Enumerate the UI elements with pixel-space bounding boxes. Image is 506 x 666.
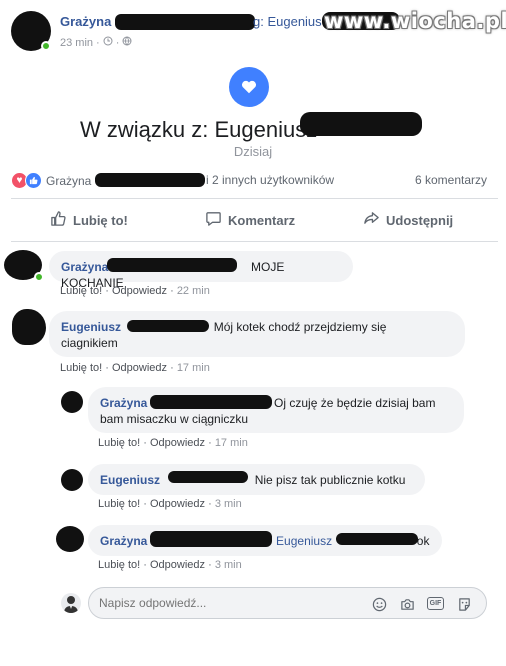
comment-mention[interactable]: Eugeniusz xyxy=(276,534,332,548)
commenter-avatar[interactable] xyxy=(61,469,83,491)
comment-author[interactable]: Grażyna xyxy=(61,260,108,274)
comment-time[interactable]: 22 min xyxy=(177,285,210,297)
comment-text: Nie pisz tak publicznie kotku xyxy=(254,473,406,487)
comment-like-link[interactable]: Lubię to! xyxy=(60,362,102,374)
comment-actions: Lubię to! · Odpowiedz · 22 min xyxy=(60,285,210,297)
post-author[interactable]: Grażyna xyxy=(60,14,111,29)
comment-actions: Lubię to! · Odpowiedz · 17 min xyxy=(60,362,210,374)
sticker-icon[interactable] xyxy=(456,596,472,612)
camera-icon[interactable] xyxy=(399,596,415,612)
comment-bubble: Eugeniusz Mój kotek chodź przejdziemy si… xyxy=(49,311,465,357)
gif-icon[interactable]: GIF xyxy=(427,597,444,610)
share-icon xyxy=(363,210,380,230)
comment-like-link[interactable]: Lubię to! xyxy=(98,498,140,510)
like-button[interactable]: Lubię to! xyxy=(50,210,128,230)
share-button[interactable]: Udostępnij xyxy=(363,210,453,230)
life-event-date: Dzisiaj xyxy=(233,144,273,159)
watermark: www.wiocha.pl xyxy=(324,9,506,33)
comment-reply-link[interactable]: Odpowiedz xyxy=(150,498,205,510)
censor-scribble xyxy=(300,112,422,136)
relationship-heart-icon xyxy=(229,67,269,107)
censor-scribble xyxy=(107,258,237,272)
divider xyxy=(11,241,498,242)
censor-scribble xyxy=(150,395,272,409)
comment-text: Mój kotek chodź przejdziemy się xyxy=(213,320,387,334)
reply-input[interactable] xyxy=(99,596,359,610)
thumb-up-icon xyxy=(50,210,67,230)
censor-scribble xyxy=(336,533,418,545)
comment-time[interactable]: 17 min xyxy=(177,362,210,374)
comment-bubble: Eugeniusz Nie pisz tak publicznie kotku xyxy=(88,464,425,495)
post-tag-line[interactable]: g: Eugenius xyxy=(253,14,322,29)
comment-reply-link[interactable]: Odpowiedz xyxy=(150,437,205,449)
reaction-names[interactable]: Grażyna xyxy=(46,174,91,188)
online-indicator xyxy=(41,41,51,51)
comment-author[interactable]: Eugeniusz xyxy=(100,473,160,487)
comment-button[interactable]: Komentarz xyxy=(205,210,295,230)
comment-like-link[interactable]: Lubię to! xyxy=(98,559,140,571)
comment-actions: Lubię to! · Odpowiedz · 17 min xyxy=(98,437,248,449)
current-user-avatar xyxy=(61,593,81,613)
divider xyxy=(11,198,498,199)
comment-count[interactable]: 6 komentarzy xyxy=(415,173,487,187)
comment-like-link[interactable]: Lubię to! xyxy=(60,285,102,297)
comment-actions: Lubię to! · Odpowiedz · 3 min xyxy=(98,498,242,510)
censor-scribble xyxy=(115,14,255,30)
reaction-others[interactable]: i 2 innych użytkowników xyxy=(206,173,334,187)
comment-reply-link[interactable]: Odpowiedz xyxy=(150,559,205,571)
comment-reply-link[interactable]: Odpowiedz xyxy=(112,362,167,374)
reply-composer[interactable]: GIF xyxy=(88,587,487,619)
comment-time[interactable]: 17 min xyxy=(215,437,248,449)
comment-reply-link[interactable]: Odpowiedz xyxy=(112,285,167,297)
censor-scribble xyxy=(127,320,209,332)
like-icon xyxy=(25,172,42,189)
comment-text-cont: bam misaczku w ciągniczku xyxy=(100,412,249,426)
censor-scribble xyxy=(150,531,272,547)
commenter-avatar[interactable] xyxy=(56,526,84,552)
clock-icon xyxy=(103,36,113,49)
commenter-avatar[interactable] xyxy=(12,309,46,345)
comment-author[interactable]: Eugeniusz xyxy=(61,320,121,334)
comment-time[interactable]: 3 min xyxy=(215,498,242,510)
censor-scribble xyxy=(168,471,248,483)
comment-text: Oj czuję że będzie dzisiaj bam xyxy=(274,396,436,410)
comment-author[interactable]: Grażyna xyxy=(100,534,147,548)
life-event-title: W związku z: Eugeniusz xyxy=(80,117,318,142)
action-bar: Lubię to! Komentarz Udostępnij xyxy=(0,204,506,236)
comment-text-cont: ciagnikiem xyxy=(61,336,118,350)
comment-author[interactable]: Grażyna xyxy=(100,396,147,410)
comment-text: ok xyxy=(416,534,430,548)
emoji-icon[interactable] xyxy=(371,596,387,612)
post-meta: 23 min · · xyxy=(60,36,132,49)
globe-icon[interactable] xyxy=(122,36,132,49)
comment-bubble: Grażyna Oj czuję że będzie dzisiaj bam b… xyxy=(88,387,464,433)
composer-icons: GIF xyxy=(371,596,472,612)
censor-scribble xyxy=(95,173,205,187)
comment-icon xyxy=(205,210,222,230)
comment-actions: Lubię to! · Odpowiedz · 3 min xyxy=(98,559,242,571)
commenter-avatar[interactable] xyxy=(61,391,83,413)
comment-time[interactable]: 3 min xyxy=(215,559,242,571)
post-time[interactable]: 23 min xyxy=(60,37,93,49)
online-indicator xyxy=(34,272,44,282)
comment-like-link[interactable]: Lubię to! xyxy=(98,437,140,449)
reactions-summary[interactable]: ♥ Grażyna xyxy=(11,172,91,189)
